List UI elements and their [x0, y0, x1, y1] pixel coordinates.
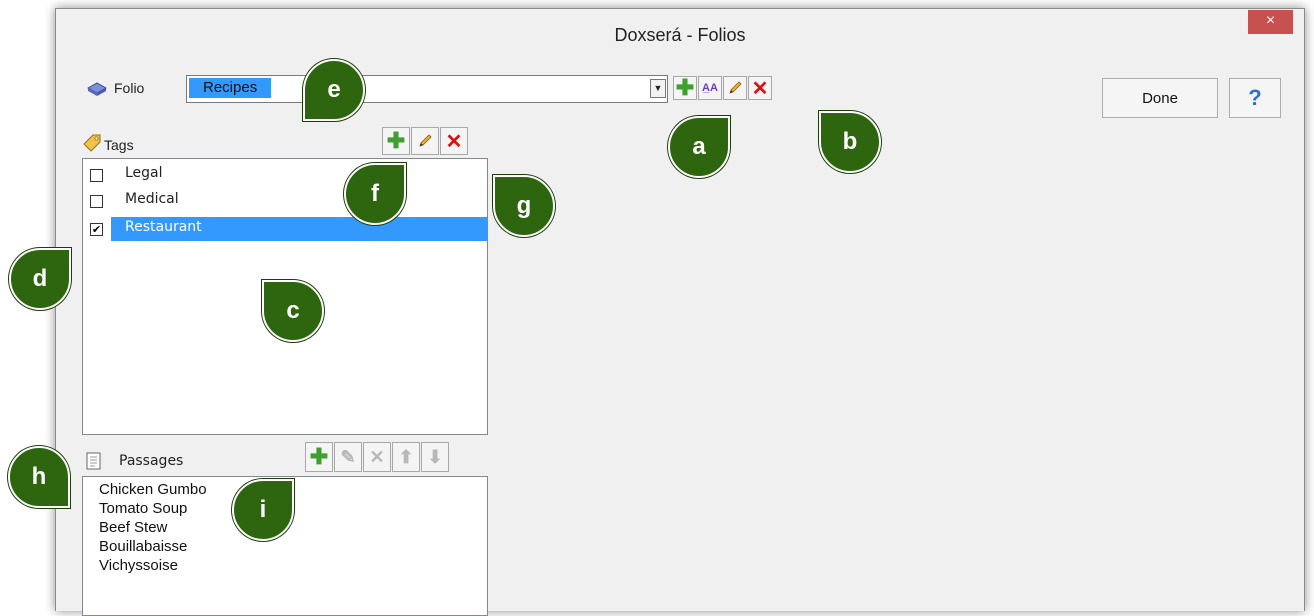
window-title: Doxserá - Folios — [614, 25, 746, 45]
edit-tag-button[interactable] — [411, 127, 439, 155]
folio-selected-value[interactable]: Recipes — [189, 78, 272, 98]
callout-d: d — [9, 248, 71, 310]
add-tag-button[interactable]: ✚ — [382, 127, 410, 155]
add-folio-button[interactable]: ✚ — [673, 76, 697, 100]
move-down-button[interactable]: ⬇ — [421, 442, 449, 472]
callout-b: b — [819, 111, 881, 173]
callout-e: e — [303, 59, 365, 121]
list-item[interactable]: Medical — [83, 189, 487, 211]
title-bar: Doxserá - Folios × — [56, 9, 1304, 63]
list-item[interactable]: Legal — [83, 163, 487, 185]
callout-f: f — [344, 163, 406, 225]
tag-label: Legal — [125, 165, 163, 181]
edit-passage-button[interactable]: ✎ — [334, 442, 362, 472]
folio-icon — [86, 79, 108, 97]
edit-folio-button[interactable] — [723, 76, 747, 100]
rename-folio-button[interactable]: A̲A — [698, 76, 722, 100]
callout-a: a — [668, 116, 730, 178]
tag-label: Restaurant — [125, 219, 202, 235]
tag-checkbox[interactable]: ✔ — [90, 223, 103, 236]
pencil-icon — [419, 134, 432, 147]
callout-i: i — [232, 479, 294, 541]
tag-checkbox[interactable] — [90, 169, 103, 182]
list-item[interactable]: Chicken Gumbo — [99, 480, 207, 500]
list-item[interactable]: Vichyssoise — [99, 556, 178, 576]
callout-g: g — [493, 175, 555, 237]
add-passage-button[interactable]: ✚ — [305, 442, 333, 472]
folio-label: Folio — [114, 80, 145, 96]
help-button[interactable]: ? — [1229, 78, 1281, 118]
tag-icon — [82, 133, 102, 153]
close-button[interactable]: × — [1248, 10, 1293, 34]
document-icon — [86, 452, 102, 470]
list-item[interactable]: Tomato Soup — [99, 499, 187, 519]
folio-combobox[interactable]: Recipes ▼ — [186, 75, 668, 103]
delete-folio-button[interactable]: ✕ — [748, 76, 772, 100]
done-button[interactable]: Done — [1102, 78, 1218, 118]
callout-c: c — [262, 280, 324, 342]
tag-checkbox[interactable] — [90, 195, 103, 208]
list-item[interactable]: Beef Stew — [99, 518, 167, 538]
delete-tag-button[interactable]: ✕ — [440, 127, 468, 155]
move-up-button[interactable]: ⬆ — [392, 442, 420, 472]
pencil-icon — [729, 81, 742, 94]
tag-label: Medical — [125, 191, 179, 207]
delete-passage-button[interactable]: ✕ — [363, 442, 391, 472]
callout-h: h — [8, 446, 70, 508]
list-item[interactable]: Bouillabaisse — [99, 537, 187, 557]
passages-label: Passages — [119, 453, 184, 469]
tags-label: Tags — [104, 137, 134, 153]
list-item[interactable]: ✔ Restaurant — [83, 217, 487, 241]
chevron-down-icon[interactable]: ▼ — [650, 79, 666, 98]
